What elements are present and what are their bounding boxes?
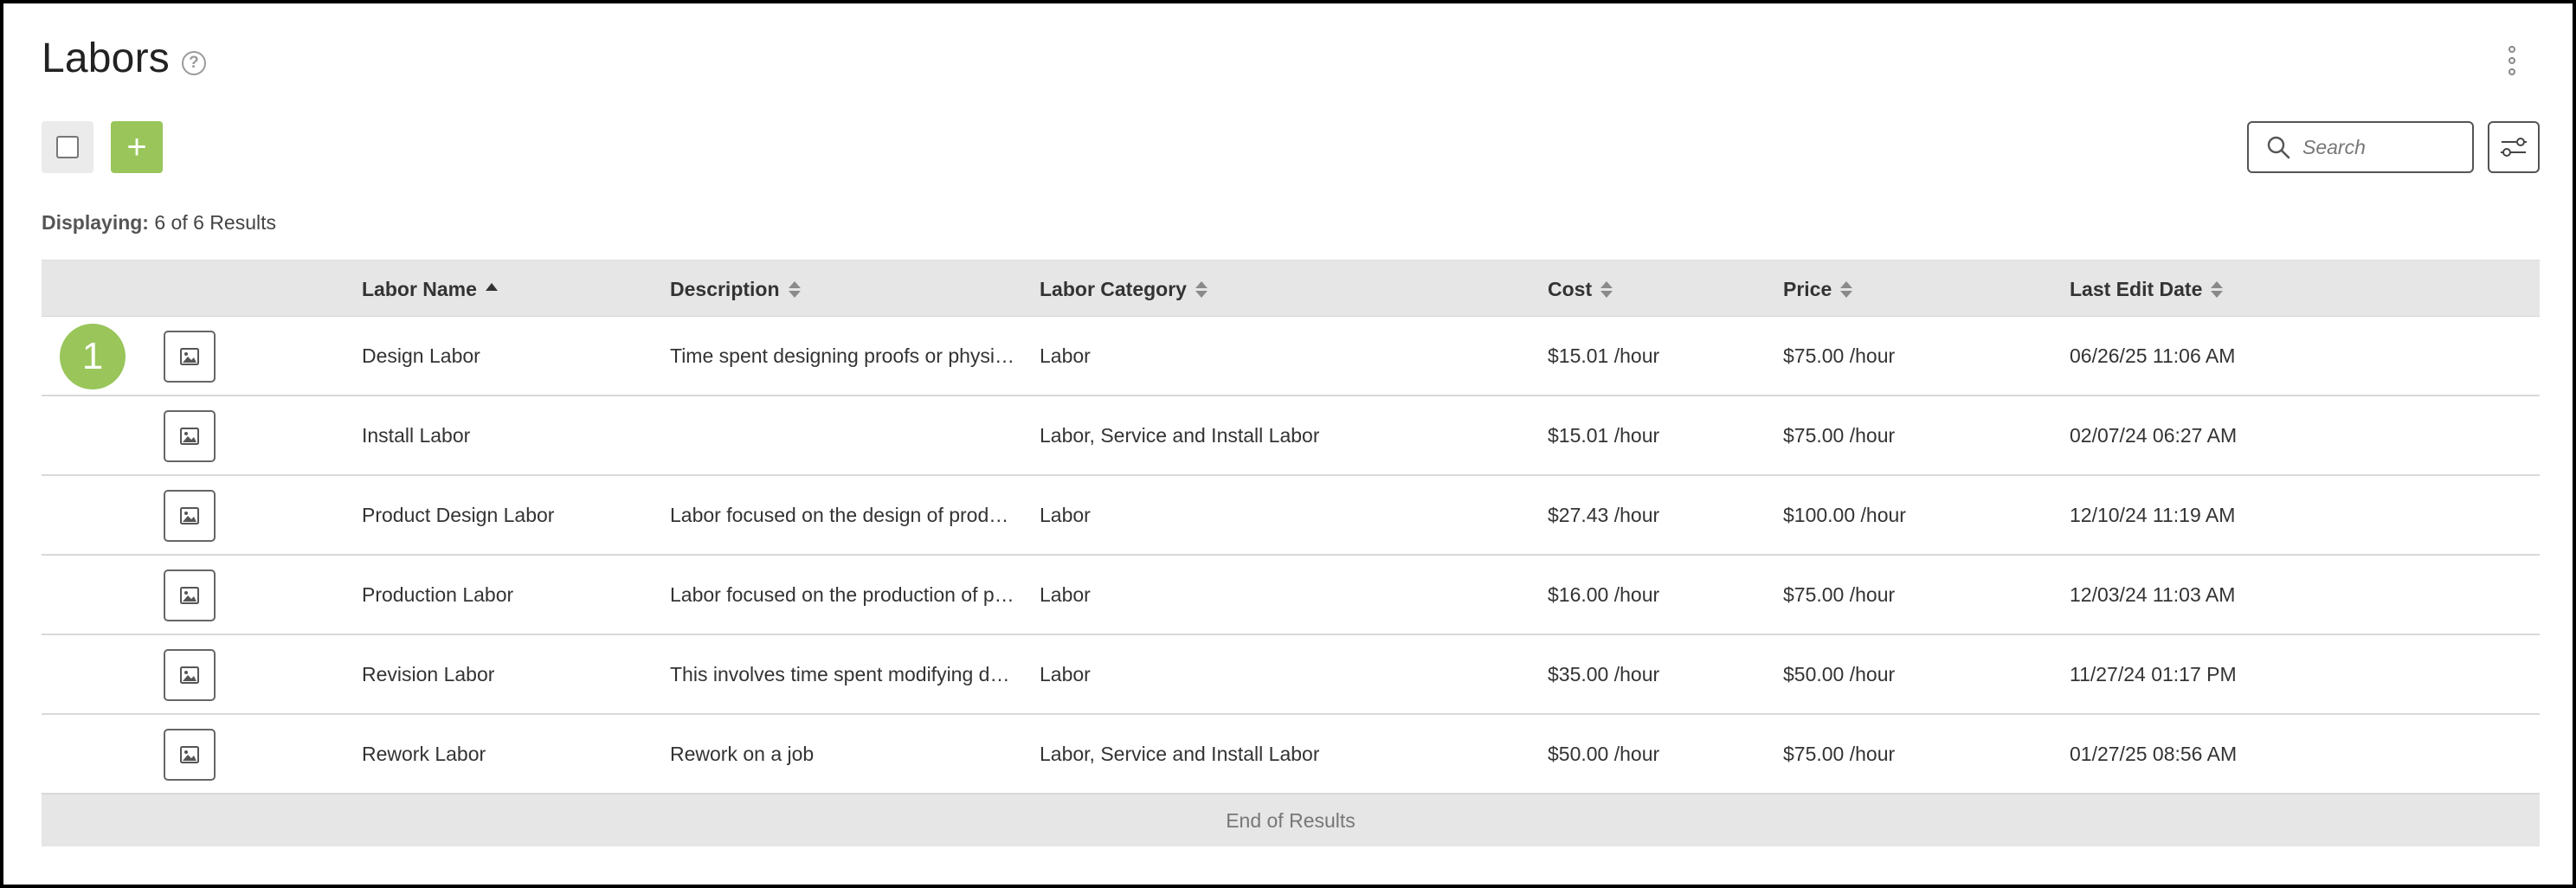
- results-summary: Displaying: 6 of 6 Results: [42, 211, 276, 235]
- image-icon[interactable]: [164, 649, 216, 701]
- sort-icon: [2211, 280, 2224, 298]
- labors-table: Labor Name Description Labor Category Cost P…: [42, 260, 2540, 846]
- cell-category: Labor, Service and Install Labor: [1040, 742, 1320, 765]
- cell-name[interactable]: Rework Labor: [362, 715, 486, 793]
- search-input[interactable]: [2302, 135, 2458, 159]
- cell-description: [670, 396, 1016, 474]
- column-header-label: Price: [1783, 277, 1832, 300]
- cell-description: This involves time spent modifying desig…: [670, 663, 1016, 685]
- table-row[interactable]: Revision Labor This involves time spent m…: [42, 635, 2540, 715]
- sort-icon: [1840, 280, 1853, 298]
- column-header-label: Cost: [1548, 277, 1593, 300]
- cell-description: Rework on a job: [670, 743, 815, 765]
- cell-price: $50.00 /hour: [1783, 662, 1896, 685]
- table-row[interactable]: Product Design Labor Labor focused on the…: [42, 476, 2540, 556]
- cell-name[interactable]: Production Labor: [362, 556, 513, 634]
- cell-price: $75.00 /hour: [1783, 423, 1896, 447]
- column-header-last-edit[interactable]: Last Edit Date: [2070, 261, 2224, 318]
- column-header-label: Labor Name: [362, 277, 477, 300]
- cell-cost: $15.01 /hour: [1548, 423, 1660, 447]
- add-labor-button[interactable]: +: [111, 121, 163, 173]
- image-icon[interactable]: [164, 331, 216, 383]
- cell-price: $75.00 /hour: [1783, 742, 1896, 765]
- checkbox-icon: [56, 136, 79, 158]
- column-header-label: Labor Category: [1040, 277, 1187, 300]
- cell-category: Labor: [1040, 662, 1091, 685]
- results-summary-label: Displaying:: [42, 211, 149, 234]
- step-badge: 1: [60, 324, 126, 389]
- table-header: Labor Name Description Labor Category Cost P…: [42, 260, 2540, 317]
- image-icon[interactable]: [164, 490, 216, 542]
- cell-price: $75.00 /hour: [1783, 582, 1896, 606]
- labors-page: Labors ? + Displaying: 6 of 6 Results La…: [3, 3, 2573, 885]
- cell-cost: $16.00 /hour: [1548, 582, 1660, 606]
- cell-cost: $35.00 /hour: [1548, 662, 1660, 685]
- question-circle-icon[interactable]: ?: [181, 50, 206, 75]
- cell-name[interactable]: Revision Labor: [362, 635, 494, 713]
- column-header-price[interactable]: Price: [1783, 261, 1853, 318]
- search-icon: [2267, 136, 2290, 159]
- column-header-label: Last Edit Date: [2070, 277, 2203, 300]
- cell-price: $75.00 /hour: [1783, 344, 1896, 367]
- kebab-icon[interactable]: [2495, 43, 2529, 78]
- cell-cost: $15.01 /hour: [1548, 344, 1660, 367]
- table-row[interactable]: Production Labor Labor focused on the pro…: [42, 556, 2540, 635]
- image-icon[interactable]: [164, 729, 216, 781]
- sort-icon: [788, 280, 801, 298]
- cell-name[interactable]: Design Labor: [362, 317, 480, 395]
- table-row[interactable]: 1 Design Labor Time spent designing proofs…: [42, 317, 2540, 396]
- image-icon[interactable]: [164, 569, 216, 621]
- cell-last-edit: 12/03/24 11:03 AM: [2070, 582, 2236, 606]
- cell-category: Labor, Service and Install Labor: [1040, 423, 1320, 447]
- cell-category: Labor: [1040, 344, 1091, 367]
- cell-cost: $27.43 /hour: [1548, 503, 1660, 526]
- sort-icon: [1600, 280, 1613, 298]
- select-all-checkbox[interactable]: [42, 121, 93, 173]
- page-title: Labors: [42, 35, 170, 81]
- column-header-label: Description: [670, 277, 780, 300]
- cell-name[interactable]: Install Labor: [362, 396, 470, 474]
- sort-asc-icon: [485, 282, 498, 291]
- results-summary-value: 6 of 6 Results: [154, 211, 276, 234]
- sort-icon: [1195, 280, 1208, 298]
- cell-description: Time spent designing proofs or physical …: [670, 344, 1016, 367]
- title-row: Labors ?: [42, 35, 206, 82]
- search-box[interactable]: [2247, 121, 2474, 173]
- sliders-icon: [2501, 138, 2527, 157]
- cell-category: Labor: [1040, 503, 1091, 526]
- table-body: 1 Design Labor Time spent designing proofs…: [42, 317, 2540, 795]
- cell-last-edit: 01/27/25 08:56 AM: [2070, 742, 2238, 765]
- column-header-cost[interactable]: Cost: [1548, 261, 1613, 318]
- end-of-results: End of Results: [42, 795, 2540, 846]
- image-icon[interactable]: [164, 410, 216, 462]
- column-header-description[interactable]: Description: [670, 261, 801, 318]
- column-header-name[interactable]: Labor Name: [362, 261, 498, 318]
- cell-last-edit: 02/07/24 06:27 AM: [2070, 423, 2238, 447]
- cell-description: Labor focused on the production of produ…: [670, 583, 1016, 606]
- column-header-category[interactable]: Labor Category: [1040, 261, 1208, 318]
- filter-button[interactable]: [2488, 121, 2540, 173]
- table-row[interactable]: Rework Labor Rework on a job Labor, Servic…: [42, 715, 2540, 795]
- cell-cost: $50.00 /hour: [1548, 742, 1660, 765]
- cell-category: Labor: [1040, 582, 1091, 606]
- cell-description: Labor focused on the design of products: [670, 504, 1016, 526]
- cell-price: $100.00 /hour: [1783, 503, 1906, 526]
- cell-last-edit: 11/27/24 01:17 PM: [2070, 662, 2237, 685]
- table-row[interactable]: Install Labor Labor, Service and Install …: [42, 396, 2540, 476]
- cell-last-edit: 06/26/25 11:06 AM: [2070, 344, 2236, 367]
- cell-last-edit: 12/10/24 11:19 AM: [2070, 503, 2236, 526]
- cell-name[interactable]: Product Design Labor: [362, 476, 554, 554]
